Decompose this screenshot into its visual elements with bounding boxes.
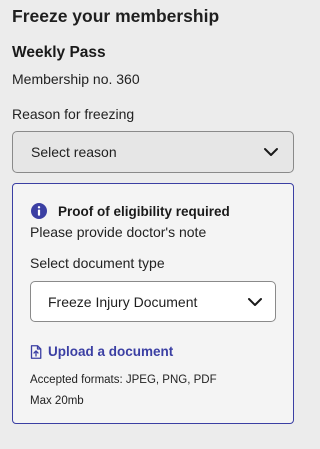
accepted-formats-text: Accepted formats: JPEG, PNG, PDF — [30, 374, 217, 386]
reason-label: Reason for freezing — [12, 106, 135, 122]
chevron-down-icon — [264, 148, 278, 156]
max-size-text: Max 20mb — [30, 395, 84, 407]
plan-name: Weekly Pass — [12, 44, 106, 61]
reason-select[interactable]: Select reason — [12, 131, 294, 173]
reason-select-value: Select reason — [31, 144, 117, 160]
info-icon — [31, 203, 47, 219]
document-type-label: Select document type — [30, 255, 165, 271]
document-type-value: Freeze Injury Document — [48, 293, 198, 310]
upload-file-icon — [30, 344, 42, 359]
upload-document-link[interactable]: Upload a document — [30, 344, 173, 359]
upload-document-label: Upload a document — [48, 344, 174, 359]
eligibility-title: Proof of eligibility required — [58, 204, 230, 219]
eligibility-subtitle: Please provide doctor's note — [30, 224, 207, 240]
document-type-select[interactable]: Freeze Injury Document — [30, 281, 276, 322]
chevron-down-icon — [248, 297, 262, 306]
membership-number: Membership no. 360 — [12, 71, 140, 87]
eligibility-card: Proof of eligibility required Please pro… — [12, 183, 294, 424]
page-title: Freeze your membership — [12, 6, 220, 26]
